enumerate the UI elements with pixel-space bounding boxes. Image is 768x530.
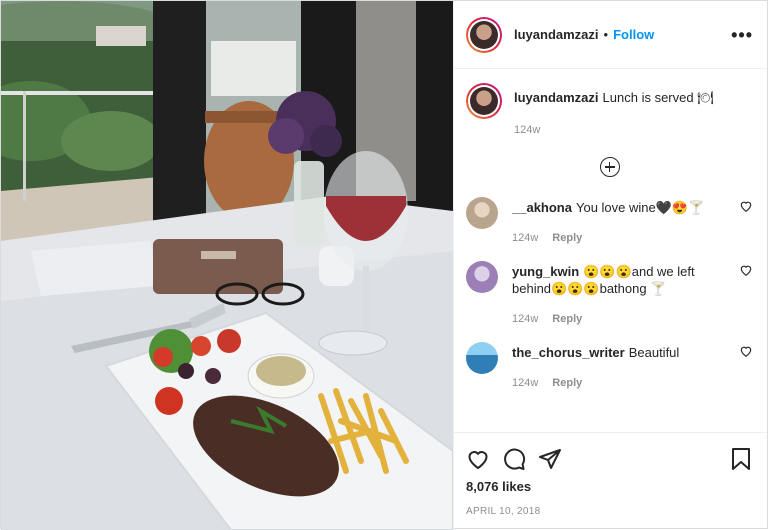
comment-icon[interactable] [502, 447, 526, 471]
comment-username[interactable]: the_chorus_writer [512, 345, 625, 360]
comment-meta: 124w Reply [512, 230, 722, 247]
comment-item: the_chorus_writer Beautiful 124w Reply [466, 342, 753, 392]
commenter-avatar[interactable] [466, 197, 498, 229]
bookmark-icon[interactable] [729, 447, 753, 471]
instagram-post: luyandamzazi • Follow ••• luyandamzazi Lu… [0, 0, 768, 530]
comment-like-heart-icon[interactable] [739, 199, 753, 213]
post-photo[interactable] [1, 1, 453, 530]
comment-age: 124w [512, 313, 539, 325]
comment-username[interactable]: __akhona [512, 200, 572, 215]
lunch-photo-illustration [1, 1, 453, 530]
separator-dot: • [603, 27, 609, 42]
comment-age: 124w [512, 232, 539, 244]
heart-icon[interactable] [466, 447, 490, 471]
commenter-avatar[interactable] [466, 261, 498, 293]
post-actions: 8,076 likes APRIL 10, 2018 [454, 432, 767, 530]
comments-section[interactable]: luyandamzazi Lunch is served 🍽 124w __akh… [454, 69, 767, 432]
comment-text: You love wine🖤😍🍸 [575, 200, 705, 215]
likes-count[interactable]: 8,076 likes [466, 479, 753, 494]
caption-age: 124w [514, 124, 541, 136]
comment-age: 124w [512, 377, 539, 389]
more-options-icon[interactable]: ••• [731, 26, 753, 44]
comment-like-heart-icon[interactable] [739, 344, 753, 358]
comment-meta: 124w Reply [512, 375, 722, 392]
post-date[interactable]: APRIL 10, 2018 [466, 506, 753, 517]
comment-text: Beautiful [628, 345, 680, 360]
comment-meta: 124w Reply [512, 311, 722, 328]
comment-item: yung_kwin 😮😮😮and we left behind😮😮😮bathong… [466, 261, 753, 328]
caption-text: Lunch is served 🍽 [602, 90, 714, 105]
comment-item: __akhona You love wine🖤😍🍸 124w Reply [466, 197, 753, 247]
commenter-avatar[interactable] [466, 342, 498, 374]
reply-button[interactable]: Reply [552, 377, 582, 389]
author-username[interactable]: luyandamzazi [514, 27, 599, 42]
post-details-panel: luyandamzazi • Follow ••• luyandamzazi Lu… [453, 1, 767, 530]
post-caption: luyandamzazi Lunch is served 🍽 124w [466, 83, 753, 139]
reply-button[interactable]: Reply [552, 313, 582, 325]
caption-avatar[interactable] [466, 83, 502, 119]
share-icon[interactable] [538, 447, 562, 471]
author-avatar[interactable] [466, 16, 502, 53]
caption-meta: 124w [514, 121, 714, 139]
action-icons [466, 443, 753, 475]
caption-username[interactable]: luyandamzazi [514, 90, 599, 105]
reply-button[interactable]: Reply [552, 232, 582, 244]
load-more-comments[interactable] [466, 157, 753, 177]
post-header: luyandamzazi • Follow ••• [454, 1, 767, 69]
plus-circle-icon[interactable] [599, 157, 620, 177]
comment-username[interactable]: yung_kwin [512, 264, 579, 279]
comment-like-heart-icon[interactable] [739, 263, 753, 277]
follow-button[interactable]: Follow [613, 27, 654, 42]
